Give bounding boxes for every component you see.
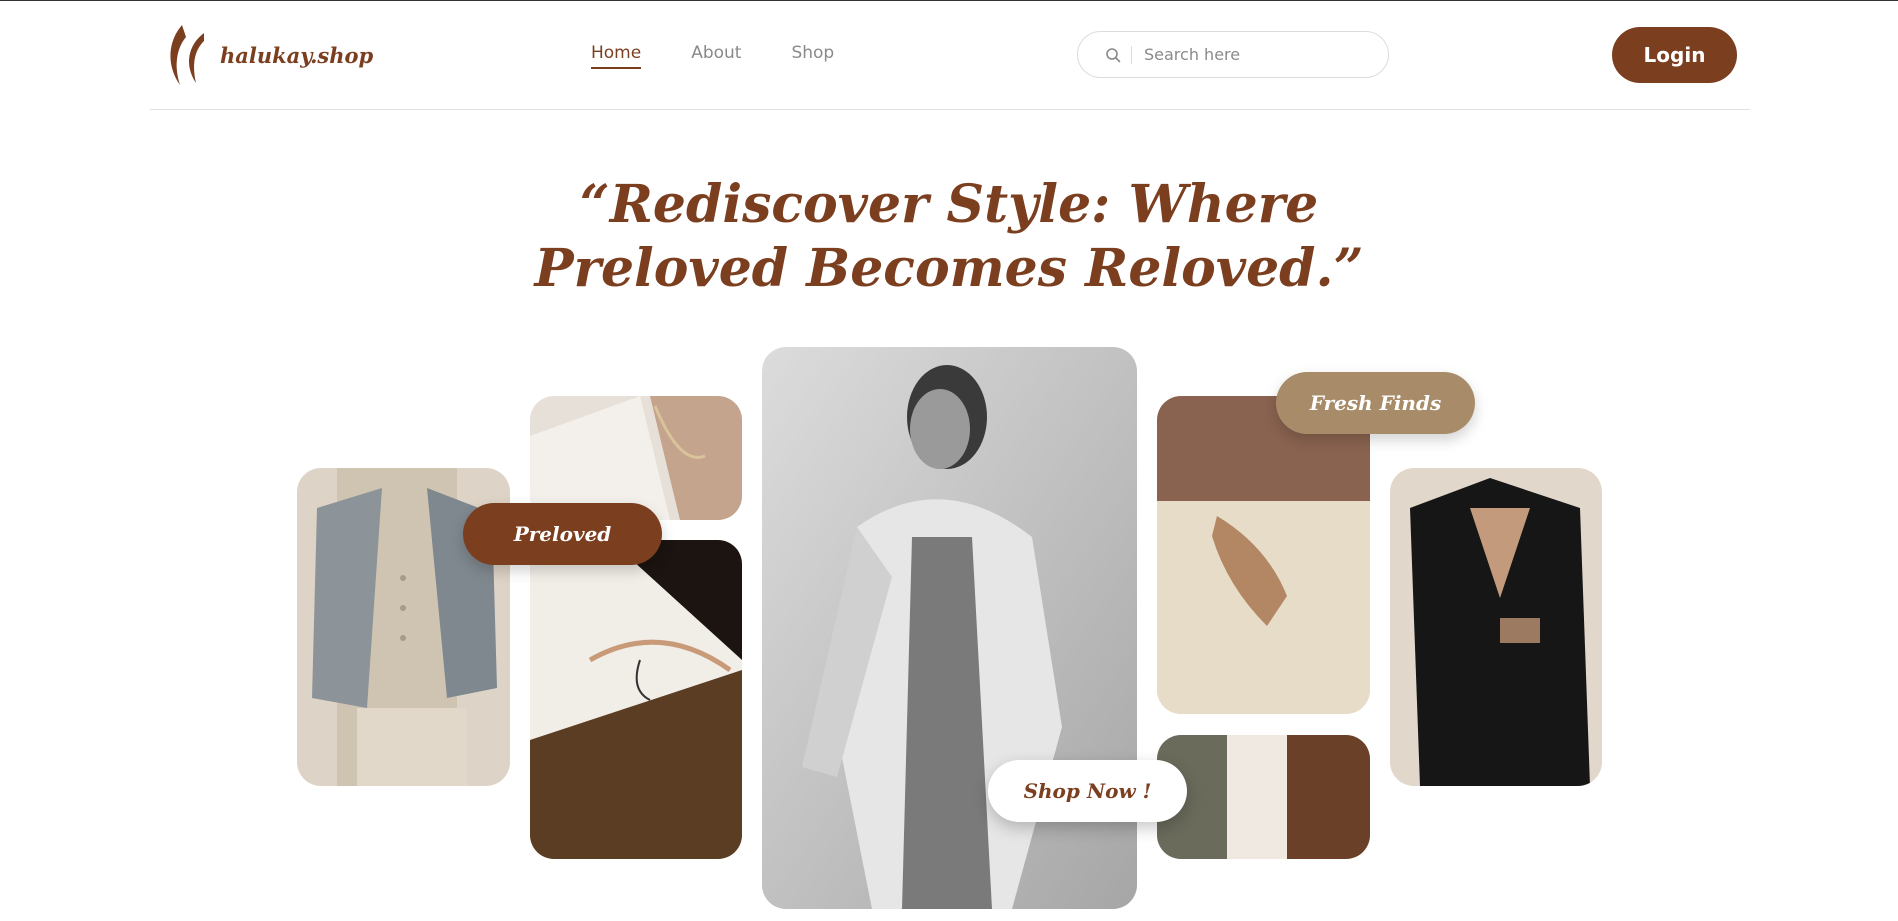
- nav-about[interactable]: About: [691, 43, 741, 69]
- tag-fresh-finds[interactable]: Fresh Finds: [1276, 372, 1475, 434]
- hero-headline: “Rediscover Style: Where Preloved Become…: [0, 173, 1898, 301]
- login-button[interactable]: Login: [1612, 27, 1737, 83]
- search-bar: [1077, 31, 1389, 78]
- photo-hanger-brown-fabric[interactable]: [530, 540, 742, 859]
- photo-model-black-white[interactable]: [762, 347, 1137, 909]
- site-header: halukay.shop Home About Shop Login: [150, 1, 1750, 110]
- search-icon[interactable]: [1105, 47, 1121, 63]
- photo-brown-top-cream-jeans[interactable]: [1157, 396, 1370, 714]
- swirl-logo-icon: [170, 25, 204, 85]
- main-nav: Home About Shop: [591, 43, 834, 69]
- brand-name: halukay.shop: [220, 42, 374, 68]
- photo-white-blouse-necklace[interactable]: [530, 396, 742, 520]
- hero-headline-line-1: “Rediscover Style: Where: [579, 174, 1319, 235]
- hero-headline-line-2: Preloved Becomes Reloved.”: [534, 238, 1364, 299]
- tag-preloved[interactable]: Preloved: [463, 503, 662, 565]
- search-input[interactable]: [1142, 44, 1366, 65]
- photo-black-suit[interactable]: [1390, 468, 1602, 786]
- brand-logo[interactable]: halukay.shop: [160, 19, 373, 91]
- nav-home[interactable]: Home: [591, 43, 642, 69]
- search-divider: [1131, 45, 1132, 64]
- photo-jackets-rack[interactable]: [1157, 735, 1370, 859]
- nav-shop[interactable]: Shop: [791, 43, 834, 69]
- shop-now-button[interactable]: Shop Now !: [988, 760, 1187, 822]
